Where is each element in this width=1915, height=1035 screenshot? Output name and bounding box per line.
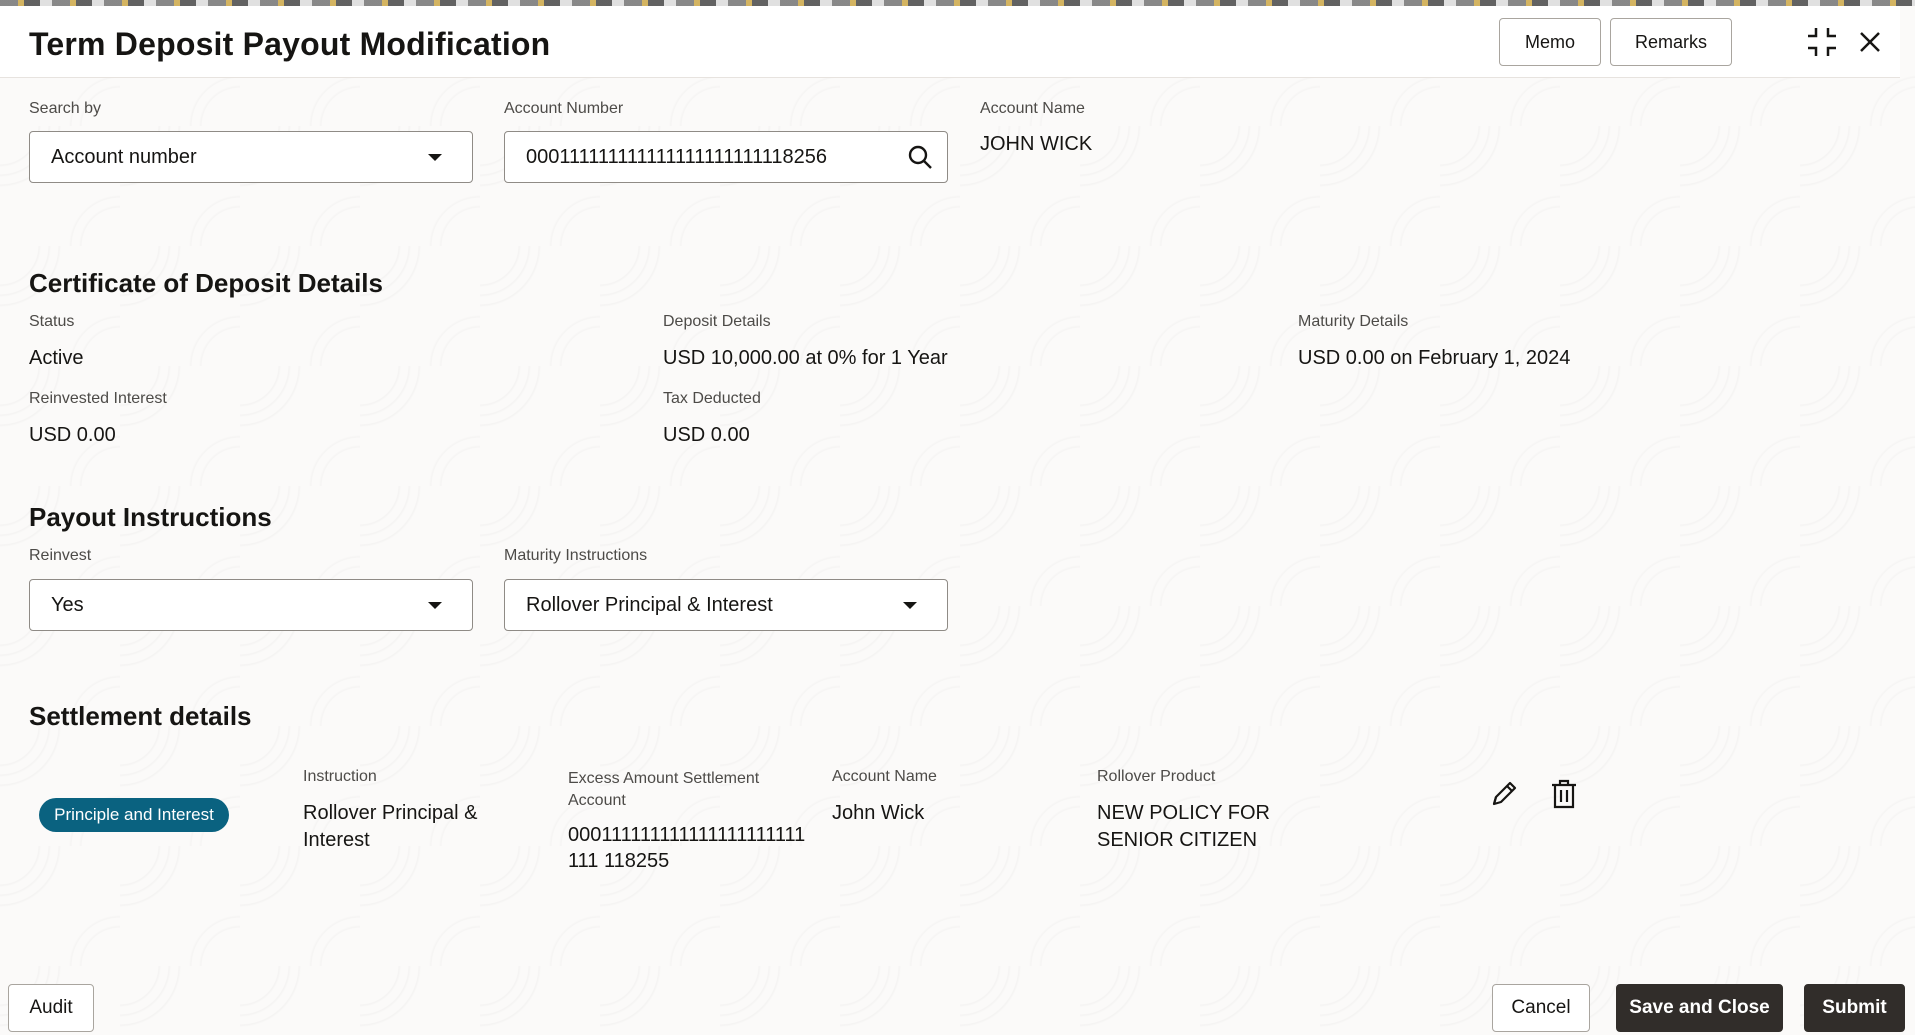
dialog: Term Deposit Payout Modification Memo Re…	[0, 6, 1915, 1035]
account-number-value: 000111111111111111111111118256	[526, 145, 828, 168]
instruction-value: Rollover Principal & Interest	[303, 802, 478, 851]
reinvest-value: Yes	[51, 593, 84, 616]
tax-deducted-label: Tax Deducted	[663, 390, 761, 407]
settlement-type-badge: Principle and Interest	[39, 798, 229, 832]
settlement-account-name-value: John Wick	[832, 802, 925, 824]
reinvested-interest-label: Reinvested Interest	[29, 390, 167, 407]
dialog-header: Term Deposit Payout Modification Memo Re…	[0, 6, 1900, 78]
save-and-close-button[interactable]: Save and Close	[1616, 984, 1783, 1032]
search-icon[interactable]	[907, 144, 933, 170]
maturity-instructions-label: Maturity Instructions	[504, 547, 648, 564]
excess-settlement-account-value: 000111111111111111111111111 118255	[568, 824, 806, 872]
account-name-label: Account Name	[980, 100, 1085, 117]
reinvest-label: Reinvest	[29, 547, 92, 564]
cd-details-title: Certificate of Deposit Details	[29, 268, 383, 298]
settlement-account-name-label: Account Name	[832, 768, 937, 785]
memo-button[interactable]: Memo	[1499, 18, 1601, 66]
chevron-down-icon	[903, 601, 917, 609]
excess-settlement-account-label: Excess Amount Settlement Account	[568, 770, 760, 809]
instruction-label: Instruction	[303, 768, 377, 785]
maturity-instructions-select[interactable]: Rollover Principal & Interest	[504, 579, 948, 631]
chevron-down-icon	[428, 601, 442, 609]
maturity-instructions-value: Rollover Principal & Interest	[526, 593, 773, 616]
tax-deducted-value: USD 0.00	[663, 424, 750, 446]
cancel-button[interactable]: Cancel	[1492, 984, 1590, 1032]
reinvest-select[interactable]: Yes	[29, 579, 473, 631]
page-title: Term Deposit Payout Modification	[29, 26, 551, 62]
account-number-input[interactable]: 000111111111111111111111118256	[504, 131, 948, 183]
status-value: Active	[29, 347, 84, 369]
status-label: Status	[29, 313, 75, 330]
search-by-select[interactable]: Account number	[29, 131, 473, 183]
settlement-details-title: Settlement details	[29, 701, 252, 731]
rollover-product-label: Rollover Product	[1097, 768, 1216, 785]
edit-icon[interactable]	[1486, 776, 1522, 812]
deposit-details-label: Deposit Details	[663, 313, 771, 330]
rollover-product-value: NEW POLICY FOR SENIOR CITIZEN	[1097, 802, 1270, 851]
delete-icon[interactable]	[1546, 776, 1582, 812]
maturity-details-label: Maturity Details	[1298, 313, 1409, 330]
reinvested-interest-value: USD 0.00	[29, 424, 116, 446]
payout-instructions-title: Payout Instructions	[29, 502, 272, 532]
audit-button[interactable]: Audit	[8, 984, 94, 1032]
maturity-details-value: USD 0.00 on February 1, 2024	[1298, 347, 1571, 369]
search-by-value: Account number	[51, 145, 197, 168]
close-icon[interactable]	[1852, 24, 1888, 60]
account-number-label: Account Number	[504, 100, 624, 117]
submit-button[interactable]: Submit	[1804, 984, 1905, 1032]
remarks-button[interactable]: Remarks	[1610, 18, 1732, 66]
deposit-details-value: USD 10,000.00 at 0% for 1 Year	[663, 347, 948, 369]
minimize-icon[interactable]	[1804, 24, 1840, 60]
chevron-down-icon	[428, 153, 442, 161]
search-by-label: Search by	[29, 100, 102, 117]
account-name-value: JOHN WICK	[980, 133, 1093, 155]
